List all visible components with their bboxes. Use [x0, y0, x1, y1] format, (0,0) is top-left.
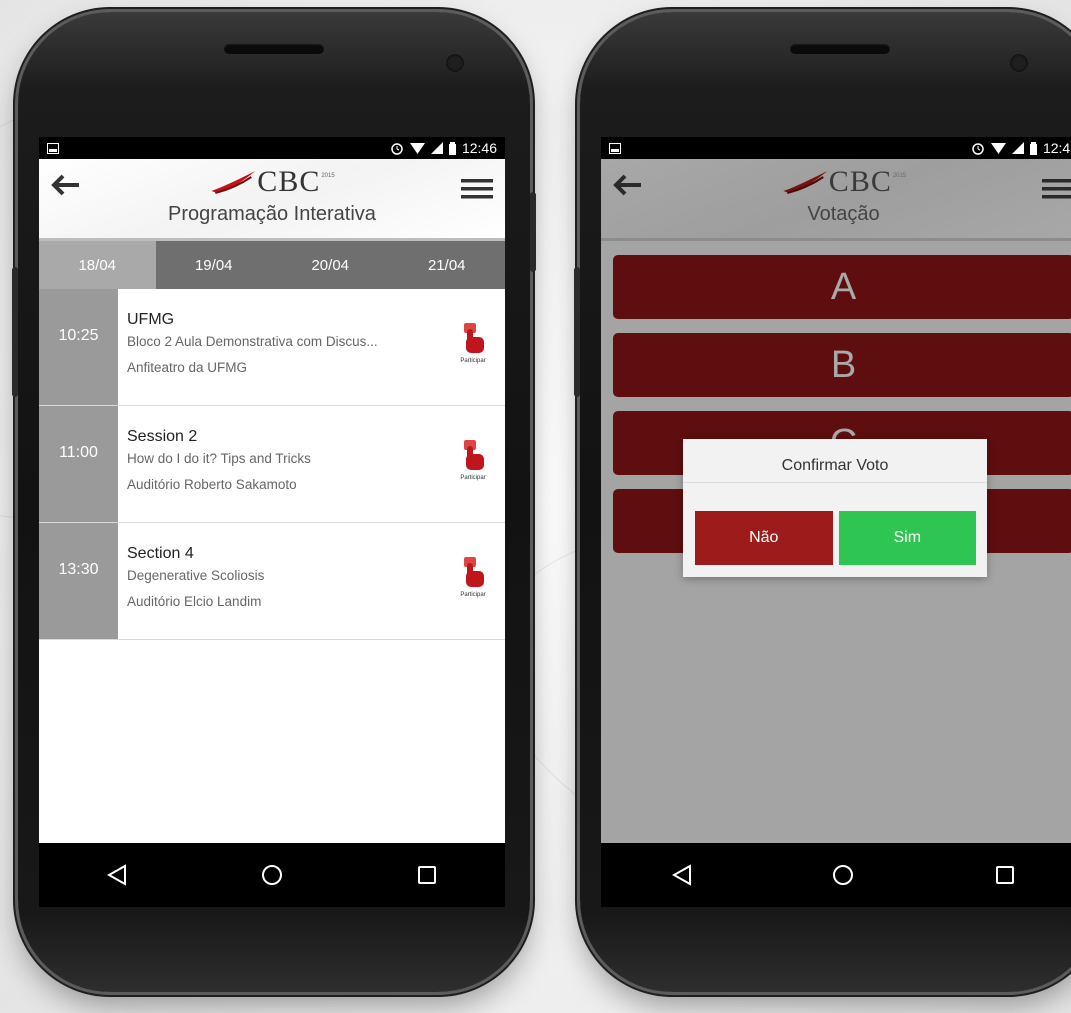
hand-pointer-icon [464, 323, 484, 353]
screen-programacao: 12:46 CBC 2015 Programação Interativa 18… [39, 137, 505, 907]
participar-button[interactable]: Participar [453, 323, 493, 364]
participar-label: Participar [460, 358, 486, 364]
page-title: Programação Interativa [168, 203, 376, 225]
volume-button [12, 267, 18, 397]
front-camera [446, 54, 464, 72]
tab-date-2[interactable]: 19/04 [156, 241, 273, 289]
vote-option-a[interactable]: A [613, 255, 1071, 319]
cbc-logo-swoosh [782, 171, 827, 194]
hand-pointer-icon [464, 440, 484, 470]
logo-year: 2015 [321, 173, 335, 179]
nav-home-icon[interactable] [813, 855, 873, 895]
no-button[interactable]: Não [695, 511, 833, 565]
hand-pointer-icon [464, 557, 484, 587]
page-title: Votação [807, 203, 880, 225]
wifi-icon [990, 142, 1006, 154]
session-row[interactable]: 11:00 Session 2 How do I do it? Tips and… [39, 406, 505, 523]
participar-label: Participar [460, 592, 486, 598]
alarm-icon [390, 141, 404, 155]
status-bar: 12:46 [601, 137, 1071, 159]
session-description: Degenerative Scoliosis [127, 568, 265, 583]
session-title: UFMG [127, 311, 175, 328]
android-nav-bar [39, 843, 505, 907]
logo-text: CBC [257, 165, 321, 198]
logo-year: 2015 [892, 173, 907, 179]
screen-votacao: 12:46 CBC 2015 Votação A B C Confirmar [601, 137, 1071, 907]
alarm-icon [971, 141, 985, 155]
nav-recents-icon[interactable] [397, 855, 457, 895]
date-tabs: 18/04 19/04 20/04 21/04 [39, 241, 505, 289]
tab-date-1[interactable]: 18/04 [39, 241, 156, 289]
participar-button[interactable]: Participar [453, 440, 493, 481]
nav-recents-icon[interactable] [975, 855, 1035, 895]
cbc-logo: CBC 2015 [209, 165, 335, 199]
vote-option-b[interactable]: B [613, 333, 1071, 397]
cbc-logo-swoosh [211, 171, 256, 194]
notification-image-icon [609, 142, 621, 154]
session-location: Auditório Roberto Sakamoto [127, 477, 297, 492]
hamburger-menu-icon[interactable] [1042, 177, 1071, 201]
session-row[interactable]: 13:30 Section 4 Degenerative Scoliosis A… [39, 523, 505, 640]
logo-text: CBC [828, 165, 892, 198]
hamburger-menu-icon[interactable] [461, 177, 493, 201]
phone-right: 12:46 CBC 2015 Votação A B C Confirmar [574, 12, 1071, 992]
nav-home-icon[interactable] [242, 855, 302, 895]
signal-icon [1011, 142, 1024, 154]
front-camera [1010, 54, 1028, 72]
battery-icon [448, 141, 456, 155]
dialog-title: Confirmar Voto [683, 439, 987, 483]
status-bar: 12:46 [39, 137, 505, 159]
session-description: Bloco 2 Aula Demonstrativa com Discus... [127, 334, 378, 349]
volume-button [574, 267, 580, 397]
nav-back-icon[interactable] [652, 855, 712, 895]
back-arrow-icon[interactable] [611, 173, 645, 197]
yes-button[interactable]: Sim [838, 511, 976, 565]
power-button [530, 192, 536, 272]
session-title: Section 4 [127, 545, 194, 562]
participar-button[interactable]: Participar [453, 557, 493, 598]
session-row[interactable]: 10:25 UFMG Bloco 2 Aula Demonstrativa co… [39, 289, 505, 406]
battery-icon [1029, 141, 1037, 155]
android-nav-bar [601, 843, 1071, 907]
session-title: Session 2 [127, 428, 198, 445]
session-time: 10:25 [39, 289, 118, 405]
confirm-vote-dialog: Confirmar Voto Não Sim [683, 439, 987, 577]
session-location: Auditório Elcio Landim [127, 594, 262, 609]
cbc-logo: CBC 2015 [781, 165, 906, 199]
speaker-grille [224, 44, 324, 54]
app-header: CBC 2015 Votação [601, 159, 1071, 241]
session-location: Anfiteatro da UFMG [127, 360, 248, 375]
session-time: 13:30 [39, 523, 118, 639]
phone-left: 12:46 CBC 2015 Programação Interativa 18… [12, 12, 536, 992]
signal-icon [430, 142, 443, 154]
app-header: CBC 2015 Programação Interativa [39, 159, 505, 241]
participar-label: Participar [460, 475, 486, 481]
session-time: 11:00 [39, 406, 118, 522]
notification-image-icon [47, 142, 59, 154]
status-time: 12:46 [1042, 140, 1071, 156]
tab-date-3[interactable]: 20/04 [272, 241, 389, 289]
status-time: 12:46 [461, 140, 497, 156]
session-description: How do I do it? Tips and Tricks [127, 451, 311, 466]
speaker-grille [790, 44, 890, 54]
nav-back-icon[interactable] [87, 855, 147, 895]
back-arrow-icon[interactable] [49, 173, 83, 197]
wifi-icon [409, 142, 425, 154]
tab-date-4[interactable]: 21/04 [389, 241, 506, 289]
